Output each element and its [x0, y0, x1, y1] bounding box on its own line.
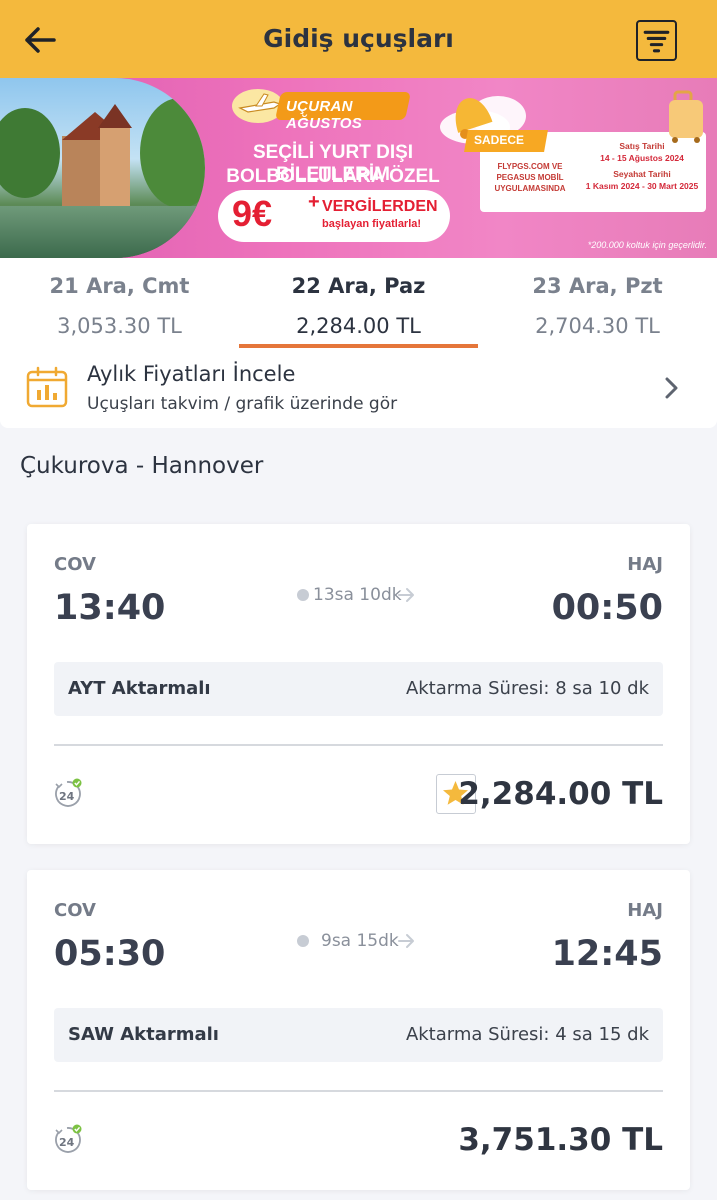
- monthly-prices-card[interactable]: Aylık Fiyatları İncele Uçuşları takvim /…: [0, 348, 717, 428]
- banner-price: 9€: [232, 193, 273, 234]
- arrow-right-icon: [398, 934, 414, 948]
- filter-icon[interactable]: [636, 20, 677, 61]
- transfer-info: AYT Aktarmalı Aktarma Süresi: 8 sa 10 dk: [54, 662, 663, 716]
- suitcase-icon: [669, 90, 703, 143]
- monthly-prices-title: Aylık Fiyatları İncele: [87, 362, 296, 386]
- flight-price: 2,284.00 TL: [458, 776, 663, 812]
- flight-price: 3,751.30 TL: [458, 1122, 663, 1158]
- date-selector: 21 Ara, Cmt 3,053.30 TL 22 Ara, Paz 2,28…: [0, 258, 717, 348]
- departure-time: 13:40: [54, 588, 166, 628]
- calendar-chart-icon: [26, 366, 68, 408]
- flight-duration: 13sa 10dk: [297, 584, 421, 606]
- transfer-duration: Aktarma Süresi: 4 sa 15 dk: [405, 1024, 649, 1045]
- top-app-bar: Gidiş uçuşları: [0, 0, 717, 78]
- divider: [54, 744, 663, 746]
- flight-card[interactable]: COV HAJ 13:40 00:50 13sa 10dk AYT Aktarm…: [27, 524, 690, 844]
- 24-hour-icon: 24: [55, 778, 82, 807]
- arrow-right-icon: [398, 588, 414, 602]
- route-title: Çukurova - Hannover: [20, 453, 264, 479]
- campaign-dates: Satış Tarihi 14 - 15 Ağustos 2024 Seyaha…: [585, 141, 699, 191]
- dot-icon: [297, 935, 309, 947]
- arrival-time: 12:45: [551, 934, 663, 974]
- origin-code: COV: [54, 900, 96, 921]
- departure-time: 05:30: [54, 934, 166, 974]
- dot-icon: [297, 589, 309, 601]
- flight-duration: 9sa 15dk: [297, 930, 421, 952]
- flight-card[interactable]: COV HAJ 05:30 12:45 9sa 15dk SAW Aktarma…: [27, 870, 690, 1190]
- campaign-channel: FLYPGS.COM VE PEGASUS MOBİL UYGULAMASIND…: [494, 162, 566, 193]
- campaign-badge: UÇURAN AĞUSTOS: [230, 86, 430, 132]
- transfer-info: SAW Aktarmalı Aktarma Süresi: 4 sa 15 dk: [54, 1008, 663, 1062]
- transfer-airport: SAW Aktarmalı: [68, 1024, 219, 1045]
- banner-footnote: *200.000 koltuk için geçerlidir.: [587, 240, 707, 250]
- svg-text:24: 24: [59, 790, 75, 803]
- banner-subheadline: BOLBOLLULARA ÖZEL: [226, 166, 440, 187]
- promo-banner[interactable]: UÇURAN AĞUSTOS SEÇİLİ YURT DIŞI BİLETLER…: [0, 78, 717, 258]
- transfer-airport: AYT Aktarmalı: [68, 678, 211, 699]
- arrival-time: 00:50: [551, 588, 663, 628]
- svg-text:24: 24: [59, 1136, 75, 1149]
- banner-city-photo: [0, 78, 205, 258]
- destination-code: HAJ: [627, 900, 663, 921]
- monthly-prices-subtitle: Uçuşları takvim / grafik üzerinde gör: [87, 394, 398, 414]
- date-tab-prev[interactable]: 21 Ara, Cmt 3,053.30 TL: [0, 258, 239, 348]
- divider: [54, 1090, 663, 1092]
- transfer-duration: Aktarma Süresi: 8 sa 10 dk: [405, 678, 649, 699]
- 24-hour-icon: 24: [55, 1124, 82, 1153]
- destination-code: HAJ: [627, 554, 663, 575]
- page-title: Gidiş uçuşları: [263, 24, 454, 53]
- chevron-right-icon[interactable]: [660, 374, 684, 402]
- origin-code: COV: [54, 554, 96, 575]
- date-tab-selected[interactable]: 22 Ara, Paz 2,284.00 TL: [239, 258, 478, 348]
- date-tab-next[interactable]: 23 Ara, Pzt 2,704.30 TL: [478, 258, 717, 348]
